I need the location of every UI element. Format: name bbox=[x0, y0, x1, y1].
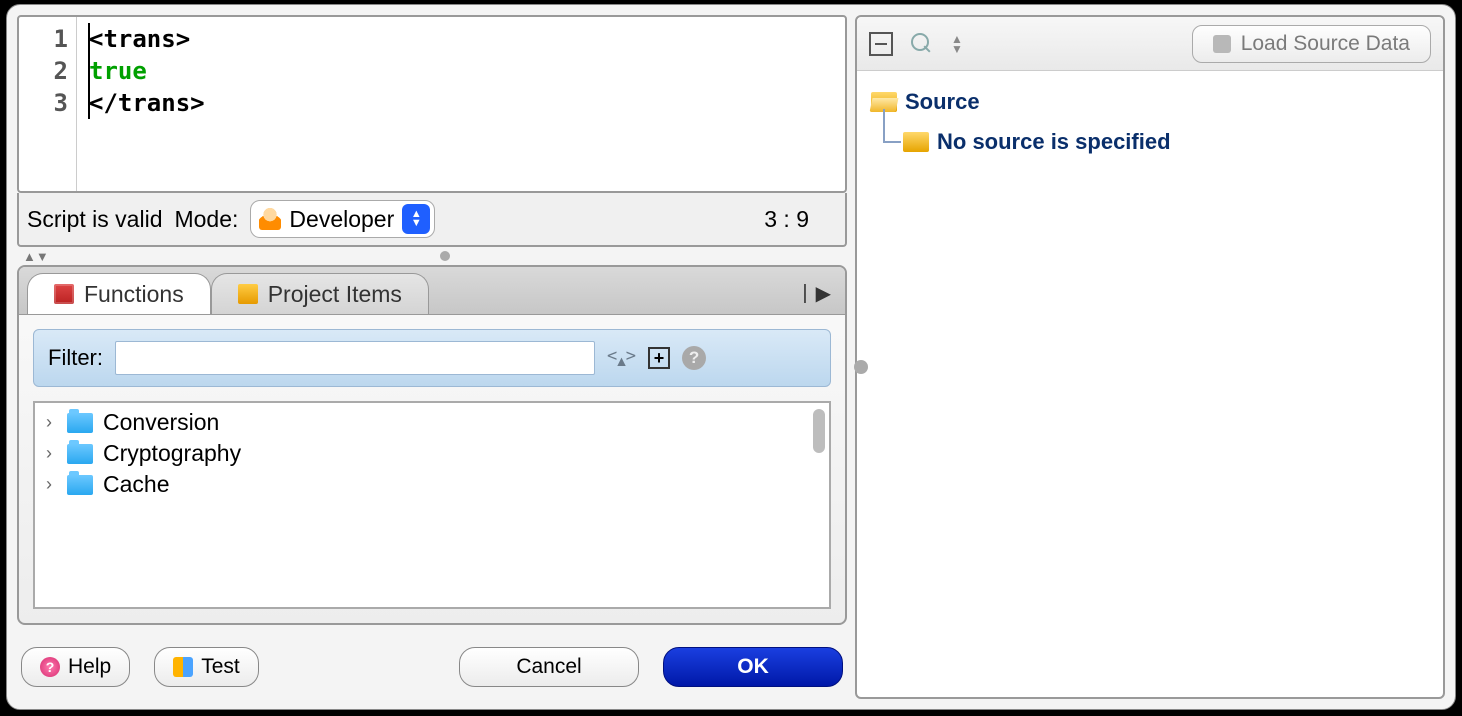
data-icon bbox=[1213, 35, 1231, 53]
tree-item[interactable]: › Cache bbox=[41, 469, 823, 500]
left-pane: 1 2 3 <trans> true </trans> Script is va… bbox=[17, 15, 847, 699]
pane-splitter[interactable]: ▲▼ bbox=[17, 247, 847, 265]
button-label: Load Source Data bbox=[1241, 32, 1410, 56]
project-items-icon bbox=[238, 284, 258, 304]
source-toolbar: ▲▼ Load Source Data bbox=[857, 17, 1443, 71]
tree-item[interactable]: › Cryptography bbox=[41, 438, 823, 469]
code-line: </trans> bbox=[89, 87, 205, 119]
line-number: 2 bbox=[19, 55, 68, 87]
script-editor-dialog: 1 2 3 <trans> true </trans> Script is va… bbox=[6, 4, 1456, 710]
functions-tree[interactable]: › Conversion › Cryptography › Cache bbox=[33, 401, 831, 609]
collapse-up-icon[interactable]: ▲▼ bbox=[23, 249, 49, 264]
button-label: Help bbox=[68, 655, 111, 679]
functions-icon bbox=[54, 284, 74, 304]
tree-item-label: Cryptography bbox=[103, 440, 241, 467]
chevron-updown-icon: ▲▼ bbox=[402, 204, 430, 234]
filter-label: Filter: bbox=[48, 345, 103, 371]
line-number: 3 bbox=[19, 87, 68, 119]
help-icon[interactable]: ? bbox=[682, 346, 706, 370]
line-number: 1 bbox=[19, 23, 68, 55]
chevron-right-icon[interactable]: › bbox=[41, 412, 57, 433]
text-caret bbox=[88, 23, 90, 119]
tree-item[interactable]: › Conversion bbox=[41, 407, 823, 438]
tree-root-label: Source bbox=[905, 89, 980, 115]
script-valid-label: Script is valid bbox=[27, 206, 162, 233]
code-line: true bbox=[89, 55, 205, 87]
test-icon bbox=[173, 657, 193, 677]
folder-icon bbox=[67, 444, 93, 464]
tab-label: Project Items bbox=[268, 281, 402, 308]
dialog-button-row: ? Help Test Cancel OK bbox=[17, 635, 847, 699]
expand-arrows-icon[interactable]: ▲▼ bbox=[951, 34, 963, 54]
collapse-all-button[interactable] bbox=[869, 32, 893, 56]
drag-handle-icon[interactable] bbox=[440, 251, 450, 261]
tab-overflow[interactable]: | ▶ bbox=[802, 273, 837, 314]
horizontal-splitter-handle[interactable] bbox=[854, 360, 868, 374]
tab-row: Functions Project Items | ▶ bbox=[19, 267, 845, 315]
help-button[interactable]: ? Help bbox=[21, 647, 130, 687]
search-icon[interactable] bbox=[911, 33, 933, 55]
chevron-right-icon[interactable]: › bbox=[41, 443, 57, 464]
ok-button[interactable]: OK bbox=[663, 647, 843, 687]
line-number-gutter: 1 2 3 bbox=[19, 17, 77, 191]
arrow-right-icon[interactable]: ▶ bbox=[816, 281, 831, 306]
load-source-data-button[interactable]: Load Source Data bbox=[1192, 25, 1431, 63]
reference-panel: Functions Project Items | ▶ Filter: <▲> … bbox=[17, 265, 847, 625]
cursor-position: 3 : 9 bbox=[764, 206, 809, 233]
mode-select[interactable]: Developer ▲▼ bbox=[250, 200, 435, 238]
button-label: Cancel bbox=[516, 655, 581, 679]
filter-input[interactable] bbox=[115, 341, 595, 375]
help-circle-icon: ? bbox=[40, 657, 60, 677]
mode-label: Mode: bbox=[174, 206, 238, 233]
folder-icon bbox=[903, 132, 929, 152]
add-button[interactable]: + bbox=[648, 347, 670, 369]
insert-arrows-icon[interactable]: <▲> bbox=[607, 346, 636, 369]
minus-icon bbox=[875, 43, 887, 45]
editor-status-bar: Script is valid Mode: Developer ▲▼ 3 : 9 bbox=[17, 193, 847, 247]
cancel-button[interactable]: Cancel bbox=[459, 647, 639, 687]
divider: | bbox=[802, 282, 807, 305]
tree-empty-label: No source is specified bbox=[937, 129, 1171, 155]
mode-value: Developer bbox=[289, 206, 394, 233]
code-area[interactable]: <trans> true </trans> bbox=[77, 17, 205, 191]
tree-item-label: Cache bbox=[103, 471, 169, 498]
tree-item-label: Conversion bbox=[103, 409, 219, 436]
code-line: <trans> bbox=[89, 23, 205, 55]
tab-functions[interactable]: Functions bbox=[27, 273, 211, 314]
folder-icon bbox=[67, 413, 93, 433]
button-label: OK bbox=[737, 655, 769, 679]
code-editor[interactable]: 1 2 3 <trans> true </trans> bbox=[17, 15, 847, 193]
folder-icon bbox=[67, 475, 93, 495]
scrollbar-thumb[interactable] bbox=[813, 409, 825, 453]
source-tree[interactable]: Source No source is specified bbox=[857, 71, 1443, 697]
filter-bar: Filter: <▲> + ? bbox=[33, 329, 831, 387]
tree-root[interactable]: Source bbox=[871, 89, 1429, 115]
tab-label: Functions bbox=[84, 281, 184, 308]
tab-project-items[interactable]: Project Items bbox=[211, 273, 429, 314]
source-pane: ▲▼ Load Source Data Source No source is … bbox=[855, 15, 1445, 699]
chevron-right-icon[interactable]: › bbox=[41, 474, 57, 495]
tree-child[interactable]: No source is specified bbox=[903, 129, 1429, 155]
button-label: Test bbox=[201, 655, 240, 679]
user-icon bbox=[259, 208, 281, 230]
test-button[interactable]: Test bbox=[154, 647, 259, 687]
